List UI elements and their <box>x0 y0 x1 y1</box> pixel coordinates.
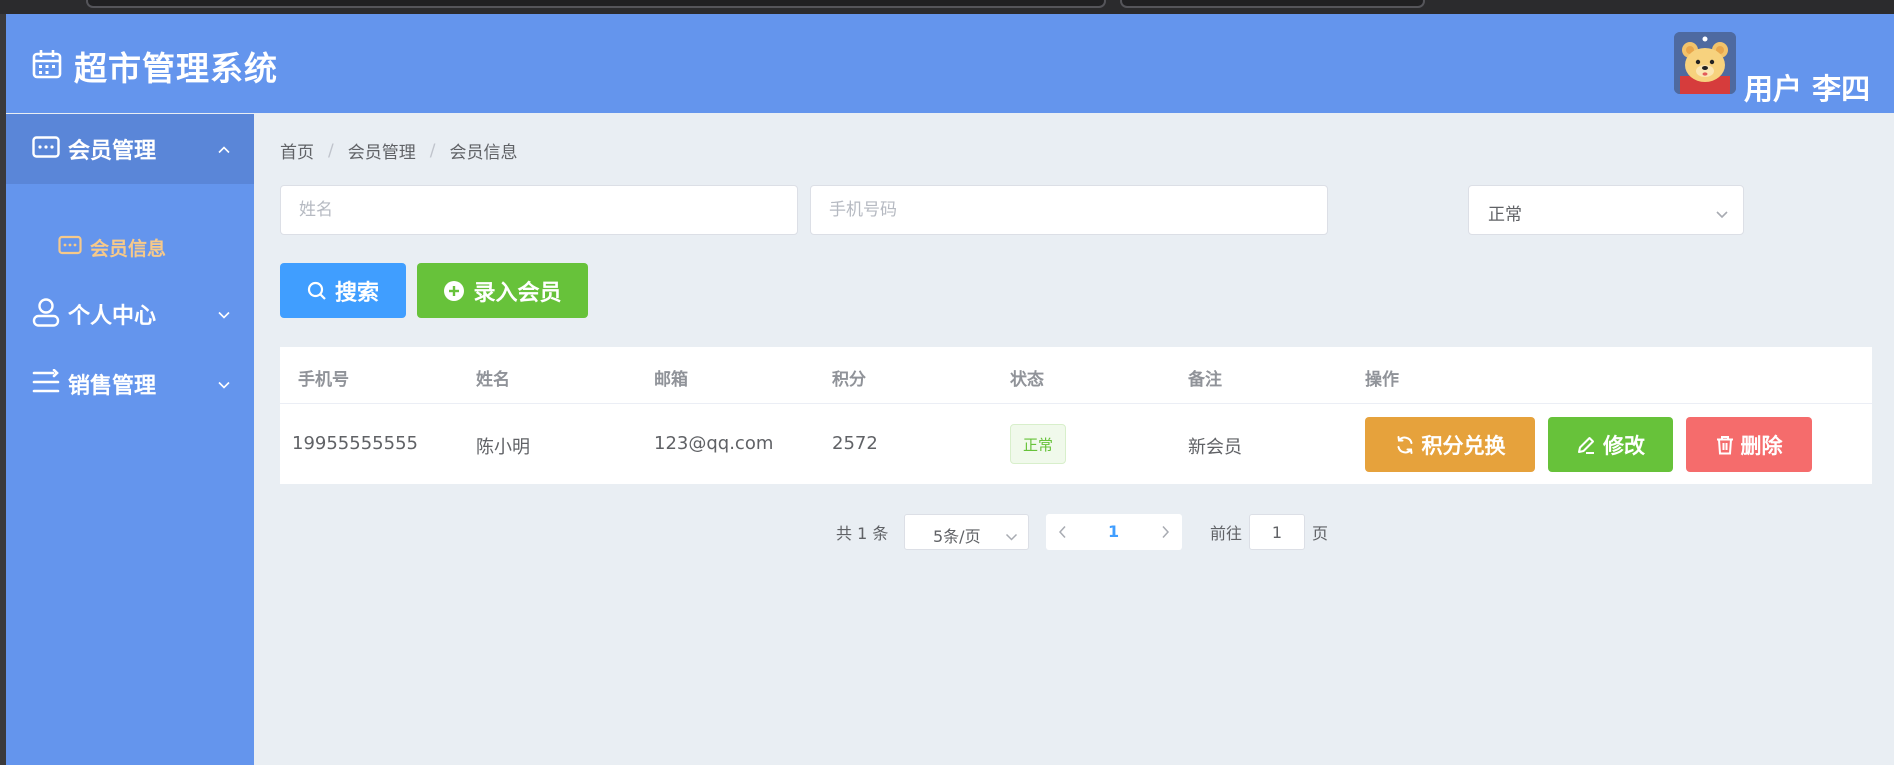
edit-button[interactable]: 修改 <box>1548 417 1673 472</box>
cell-points: 2572 <box>832 433 878 454</box>
search-button[interactable]: 搜索 <box>280 263 406 318</box>
cell-phone: 19955555555 <box>292 433 418 454</box>
breadcrumb-member-management[interactable]: 会员管理 <box>348 138 416 163</box>
chevron-down-icon <box>1715 204 1729 223</box>
refresh-icon <box>1395 435 1415 455</box>
delete-button[interactable]: 删除 <box>1686 417 1812 472</box>
breadcrumb: 首页 / 会员管理 / 会员信息 <box>280 138 518 164</box>
browser-top-strip <box>0 0 1894 14</box>
sidebar-group-label: 销售管理 <box>68 374 157 399</box>
table-header: 手机号 姓名 邮箱 积分 状态 备注 操作 <box>280 347 1872 404</box>
column-header-email: 邮箱 <box>654 370 688 390</box>
breadcrumb-separator: / <box>328 140 334 161</box>
phone-search-input[interactable] <box>810 185 1328 235</box>
plus-circle-icon <box>443 280 465 302</box>
column-header-phone: 手机号 <box>298 370 349 390</box>
calendar-icon <box>32 49 62 83</box>
edit-button-label: 修改 <box>1603 433 1645 458</box>
column-header-note: 备注 <box>1188 370 1222 390</box>
chevron-down-icon <box>1005 526 1018 545</box>
name-search-input[interactable] <box>280 185 798 235</box>
user-name[interactable]: 用户 李四 <box>1744 66 1870 108</box>
page-size-select[interactable]: 5条/页 <box>904 514 1029 550</box>
chevron-down-icon <box>217 305 231 324</box>
chevron-down-icon <box>217 375 231 394</box>
app-title: 超市管理系统 <box>74 49 278 88</box>
table-row: 19955555555 陈小明 123@qq.com 2572 正常 新会员 积… <box>280 404 1872 484</box>
user-icon <box>32 297 60 331</box>
breadcrumb-home[interactable]: 首页 <box>280 138 314 163</box>
next-page-chevron-icon[interactable] <box>1161 524 1170 543</box>
goto-unit-label: 页 <box>1312 524 1329 543</box>
user-avatar[interactable] <box>1674 32 1736 94</box>
list-icon <box>32 368 60 399</box>
sidebar-group-personal-center[interactable]: 个人中心 <box>6 279 254 349</box>
app-brand: 超市管理系统 <box>32 42 278 90</box>
breadcrumb-separator: / <box>429 140 436 161</box>
cell-name: 陈小明 <box>476 437 530 458</box>
column-header-name: 姓名 <box>476 370 510 390</box>
search-button-label: 搜索 <box>334 280 379 306</box>
page-size-value: 5条/页 <box>933 527 981 546</box>
breadcrumb-member-info: 会员信息 <box>449 143 518 163</box>
status-select[interactable]: 正常 <box>1468 185 1744 235</box>
trash-icon <box>1716 435 1734 455</box>
sidebar-item-label: 会员信息 <box>90 237 167 260</box>
sidebar-group-label: 会员管理 <box>68 139 157 164</box>
column-header-status: 状态 <box>1010 370 1044 390</box>
goto-page-input[interactable] <box>1249 514 1305 550</box>
goto-label: 前往 <box>1210 524 1243 543</box>
add-member-button-label: 录入会员 <box>473 280 562 306</box>
pagination-total: 共 1 条 <box>836 524 889 543</box>
delete-button-label: 删除 <box>1740 433 1783 458</box>
app-window: 超市管理系统 用户 李四 会员管理 会员信息 个人中心 销售管理 首页 / 会员… <box>6 14 1894 765</box>
top-header: 超市管理系统 用户 李四 <box>6 14 1894 113</box>
points-exchange-button[interactable]: 积分兑换 <box>1365 417 1535 472</box>
prev-page-chevron-icon[interactable] <box>1058 524 1067 543</box>
member-table: 手机号 姓名 邮箱 积分 状态 备注 操作 19955555555 陈小明 12… <box>280 347 1872 484</box>
cell-email: 123@qq.com <box>654 433 774 454</box>
browser-tab[interactable] <box>86 0 1106 8</box>
id-card-icon <box>32 136 60 162</box>
id-card-icon <box>58 235 82 259</box>
sidebar: 会员管理 会员信息 个人中心 销售管理 <box>6 114 254 765</box>
pencil-icon <box>1576 435 1596 455</box>
browser-tab[interactable] <box>1120 0 1425 8</box>
search-icon <box>307 281 327 301</box>
current-page-number[interactable]: 1 <box>1108 522 1119 541</box>
status-select-value: 正常 <box>1488 205 1522 225</box>
add-member-button[interactable]: 录入会员 <box>417 263 588 318</box>
sidebar-item-member-info[interactable]: 会员信息 <box>6 214 254 280</box>
chevron-up-icon <box>217 140 231 159</box>
sidebar-group-sales-management[interactable]: 销售管理 <box>6 349 254 419</box>
column-header-actions: 操作 <box>1365 370 1399 390</box>
pagination-nav: 1 <box>1046 514 1182 550</box>
points-exchange-label: 积分兑换 <box>1421 433 1506 458</box>
column-header-points: 积分 <box>832 370 866 390</box>
status-badge: 正常 <box>1010 424 1066 464</box>
sidebar-group-label: 个人中心 <box>68 304 157 329</box>
sidebar-group-member-management[interactable]: 会员管理 <box>6 114 254 184</box>
cell-note: 新会员 <box>1188 437 1242 458</box>
